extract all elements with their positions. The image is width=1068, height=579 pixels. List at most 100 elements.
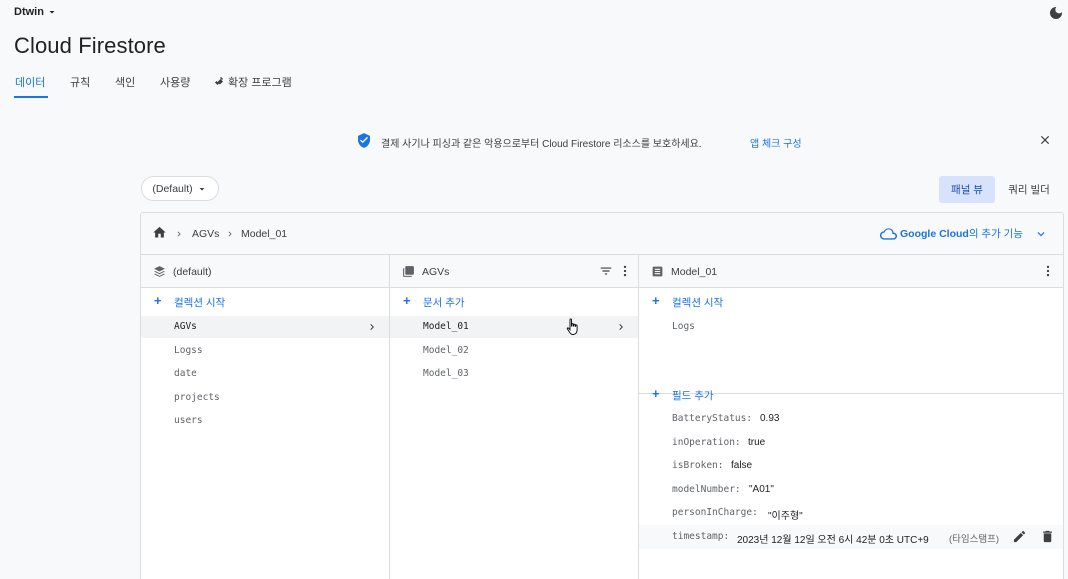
field-row[interactable]: isBroken: false	[639, 454, 1063, 478]
database-select[interactable]: (Default)	[141, 176, 219, 201]
add-field-button[interactable]: + 필드 추가	[639, 384, 1063, 406]
start-collection-label: 컬렉션 시작	[174, 297, 226, 309]
list-item[interactable]: Model_03	[390, 363, 638, 385]
filter-icon[interactable]	[599, 264, 613, 278]
chevron-right-icon	[177, 231, 181, 237]
field-row[interactable]: inOperation: true	[639, 431, 1063, 455]
list-item[interactable]: Model_02	[390, 340, 638, 362]
plus-icon: +	[403, 293, 411, 308]
column-header: Model_01	[639, 255, 1063, 288]
field-row[interactable]: personInCharge: "이주형"	[639, 501, 1063, 525]
plus-icon: +	[652, 386, 660, 401]
subcollection-name: Logs	[672, 321, 695, 332]
extension-icon	[215, 77, 223, 85]
tab-bar: 데이터 규칙 색인 사용량 확장 프로그램	[0, 70, 1068, 98]
caret-down-icon	[199, 187, 205, 190]
add-document-button[interactable]: + 문서 추가	[390, 291, 638, 313]
more-vert-icon[interactable]	[618, 264, 632, 278]
column-title: AGVs	[422, 266, 450, 278]
delete-icon[interactable]	[1040, 529, 1055, 544]
panel-view-button[interactable]: 패널 뷰	[939, 176, 995, 203]
cloud-icon	[880, 227, 897, 240]
field-type: (타임스탬프)	[949, 534, 1000, 545]
chevron-right-icon	[619, 324, 623, 330]
google-cloud-suffix: 의 추가 기능	[968, 228, 1023, 240]
field-value: true	[748, 437, 766, 448]
chevron-right-icon	[228, 231, 232, 237]
field-row[interactable]: modelNumber: "A01"	[639, 478, 1063, 502]
add-field-label: 필드 추가	[672, 390, 714, 402]
list-item[interactable]: Logs	[639, 316, 1063, 338]
banner-message: 결제 사기나 피싱과 같은 악용으로부터 Cloud Firestore 리소스…	[381, 139, 702, 150]
collection-name: projects	[174, 392, 220, 403]
list-item[interactable]: AGVs	[141, 316, 389, 338]
edit-icon[interactable]	[1012, 529, 1027, 544]
root-column: (default) + 컬렉션 시작 AGVs Logss date proje…	[141, 255, 390, 579]
data-panel: AGVs Model_01 Google Cloud 의 추가 기능 (defau…	[140, 212, 1064, 579]
google-cloud-brand: Google Cloud	[900, 227, 969, 240]
field-row[interactable]: timestamp: 2023년 12월 12일 오전 6시 42분 0초 UT…	[639, 525, 1063, 549]
more-vert-icon[interactable]	[1041, 264, 1055, 278]
field-value: "이주형"	[768, 511, 803, 522]
column-title: Model_01	[671, 266, 718, 278]
collection-name: AGVs	[174, 321, 197, 332]
chevron-right-icon	[370, 324, 374, 330]
close-icon[interactable]	[1038, 133, 1052, 147]
field-row[interactable]: BatteryStatus: 0.93	[639, 407, 1063, 431]
document-name: Model_02	[423, 345, 469, 356]
list-item[interactable]: Logss	[141, 340, 389, 362]
list-item[interactable]: date	[141, 363, 389, 385]
collection-name: Logss	[174, 345, 203, 356]
document-column: Model_01 + 컬렉션 시작 Logs + 필드 추가 BatterySt…	[639, 255, 1063, 579]
document-icon	[652, 266, 663, 277]
field-key: timestamp:	[672, 531, 730, 542]
page-title: Cloud Firestore	[14, 33, 166, 58]
start-subcollection-label: 컬렉션 시작	[672, 297, 724, 309]
hand-pointer-cursor	[566, 318, 578, 335]
field-key: BatteryStatus:	[672, 413, 753, 424]
field-value: 2023년 12월 12일 오전 6시 42분 0초 UTC+9	[737, 535, 929, 546]
start-subcollection-button[interactable]: + 컬렉션 시작	[639, 291, 1063, 313]
start-collection-button[interactable]: + 컬렉션 시작	[141, 291, 389, 313]
app-check-link[interactable]: 앱 체크 구성	[750, 135, 802, 150]
field-key: inOperation:	[672, 437, 741, 448]
query-builder-button[interactable]: 쿼리 빌더	[1000, 176, 1058, 203]
plus-icon: +	[652, 293, 660, 308]
tab-extensions[interactable]: 확장 프로그램	[213, 74, 292, 90]
google-cloud-more-button[interactable]: Google Cloud 의 추가 기능	[880, 226, 1048, 241]
collection-name: users	[174, 415, 203, 426]
list-item[interactable]: users	[141, 410, 389, 432]
document-name: Model_01	[423, 321, 469, 332]
tab-indexes[interactable]: 색인	[115, 74, 135, 90]
project-name: Dtwin	[14, 6, 44, 18]
tab-data[interactable]: 데이터	[15, 74, 45, 90]
collection-icon	[403, 266, 414, 277]
active-tab-indicator	[14, 96, 48, 98]
column-header: (default)	[141, 255, 389, 288]
field-value: 0.93	[760, 413, 780, 424]
field-value: false	[731, 460, 753, 471]
shield-check-icon	[358, 133, 370, 148]
tab-rules[interactable]: 규칙	[70, 74, 90, 90]
field-key: modelNumber:	[672, 484, 741, 495]
dark-mode-icon[interactable]	[1048, 5, 1064, 21]
database-select-value: (Default)	[152, 182, 193, 195]
caret-down-icon	[49, 11, 55, 14]
collection-column: AGVs + 문서 추가 Model_01 Model_02 Model_03	[390, 255, 639, 579]
field-key: personInCharge:	[672, 507, 758, 518]
breadcrumb-item[interactable]: Model_01	[241, 228, 287, 240]
project-selector[interactable]: Dtwin	[14, 6, 58, 18]
plus-icon: +	[154, 293, 162, 308]
breadcrumb: AGVs Model_01 Google Cloud 의 추가 기능	[141, 213, 1063, 255]
breadcrumb-item[interactable]: AGVs	[192, 228, 219, 240]
tab-extensions-label: 확장 프로그램	[228, 77, 292, 89]
column-header: AGVs	[390, 255, 638, 288]
field-value: "A01"	[749, 484, 774, 495]
home-icon[interactable]	[152, 225, 167, 240]
document-name: Model_03	[423, 368, 469, 379]
app-check-banner: 결제 사기나 피싱과 같은 악용으로부터 Cloud Firestore 리소스…	[0, 126, 1068, 156]
tab-usage[interactable]: 사용량	[160, 74, 190, 90]
list-item[interactable]: projects	[141, 387, 389, 409]
add-document-label: 문서 추가	[423, 297, 465, 309]
list-item[interactable]: Model_01	[390, 316, 638, 338]
